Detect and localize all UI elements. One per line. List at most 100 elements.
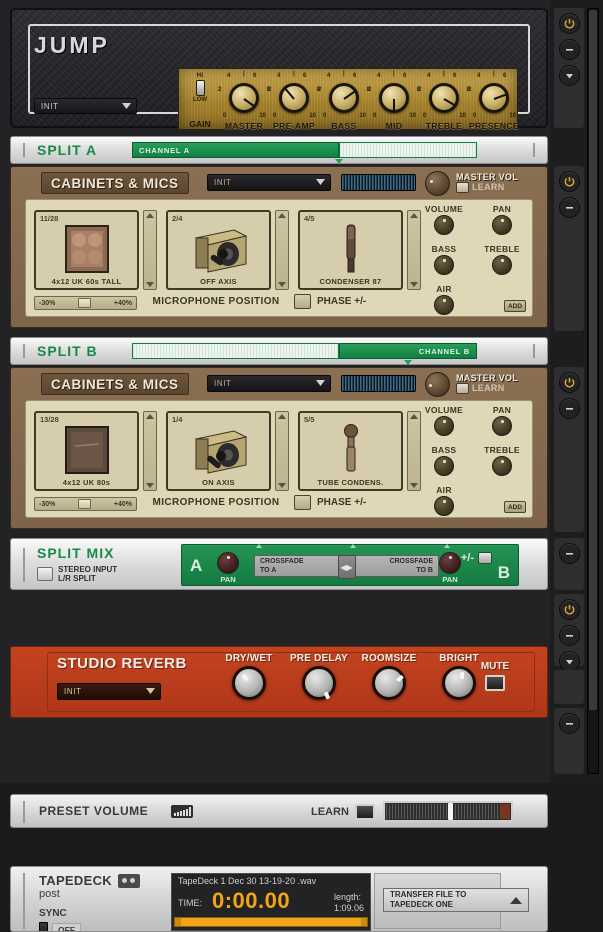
arrow-down-icon[interactable]: [410, 483, 418, 488]
minimize-button[interactable]: [559, 197, 580, 218]
power-button[interactable]: [559, 599, 580, 620]
cab-a-cabinet-slot[interactable]: 11/28 4x12 UK 60s TALL: [34, 210, 139, 290]
cab-b-knob-treble[interactable]: TREBLE: [476, 445, 528, 476]
cab-a-master-vol-group: MASTER VOL LEARN: [425, 170, 525, 196]
arrow-up-icon[interactable]: [278, 414, 286, 419]
arrow-up-icon[interactable]: [410, 414, 418, 419]
progress-start-handle[interactable]: [175, 918, 181, 926]
tapedeck-progress-bar[interactable]: [174, 917, 368, 927]
cab-a-micpos-spinner[interactable]: [275, 210, 289, 290]
power-button[interactable]: [559, 372, 580, 393]
pan-a-knob[interactable]: [217, 552, 239, 574]
amp-knob-pre-amp[interactable]: 4|628010PRE-AMP: [269, 71, 319, 131]
tapedeck-sync-switch[interactable]: [39, 922, 48, 932]
minimize-button[interactable]: [559, 398, 580, 419]
minimize-button[interactable]: [559, 39, 580, 60]
stereo-input-button[interactable]: [37, 567, 53, 581]
cab-b-preset-dropdown[interactable]: INIT: [207, 375, 331, 392]
scrollbar-thumb[interactable]: [589, 10, 597, 710]
reverb-knob-roomsize[interactable]: ROOMSIZE: [356, 653, 422, 700]
cab-a-knob-bass[interactable]: BASS: [418, 244, 470, 275]
cab-b-position-slider[interactable]: -30% +40%: [34, 497, 137, 511]
cab-a-knob-volume[interactable]: VOLUME: [418, 204, 470, 235]
amp-knob-presence[interactable]: 4|628010PRESENCE: [469, 71, 519, 131]
crossfade-slider[interactable]: CROSSFADE TO A CROSSFADE TO B ◀▶: [254, 555, 439, 577]
arrow-down-icon[interactable]: [146, 282, 154, 287]
power-button[interactable]: [559, 13, 580, 34]
gain-switch[interactable]: HI LOW: [187, 73, 213, 103]
arrow-up-icon[interactable]: [146, 414, 154, 419]
pan-b-knob[interactable]: [439, 552, 461, 574]
cab-b-learn-button[interactable]: [456, 383, 469, 394]
collapse-button[interactable]: [559, 651, 580, 672]
cab-a-position-handle[interactable]: [78, 298, 91, 308]
tapedeck-sync-toggle[interactable]: OFF: [39, 922, 81, 932]
amp-knob-bass[interactable]: 4|628010BASS: [319, 71, 369, 131]
cab-b-knob-air[interactable]: AIR: [418, 485, 470, 516]
reverb-knob-dry-wet[interactable]: DRY/WET: [216, 653, 282, 700]
cab-a-mic-slot[interactable]: 4/5 CONDENSER 87: [298, 210, 403, 290]
cab-b-position-handle[interactable]: [78, 499, 91, 509]
crossfade-handle[interactable]: ◀▶: [338, 555, 356, 579]
arrow-down-icon[interactable]: [146, 483, 154, 488]
amp-knob-master[interactable]: 4|628010MASTER: [219, 71, 269, 131]
tapedeck-length-value: 1:09.06: [334, 903, 364, 914]
vertical-scrollbar[interactable]: [587, 8, 599, 774]
preset-volume-slider[interactable]: [383, 801, 513, 822]
reverb-mute-button[interactable]: [485, 675, 505, 691]
arrow-down-icon[interactable]: [410, 282, 418, 287]
cab-a-phase-group[interactable]: PHASE +/-: [294, 294, 366, 309]
cab-b-phase-button[interactable]: [294, 495, 311, 510]
cab-a-knob-pan[interactable]: PAN: [476, 204, 528, 235]
cab-b-master-vol-knob[interactable]: [425, 372, 450, 397]
cab-a-learn-button[interactable]: [456, 182, 469, 193]
progress-end-handle[interactable]: [361, 918, 367, 926]
cab-b-knob-pan[interactable]: PAN: [476, 405, 528, 436]
cab-b-knob-bass[interactable]: BASS: [418, 445, 470, 476]
amp-knob-mid[interactable]: 4|628010MID: [369, 71, 419, 131]
cab-a-preset-dropdown[interactable]: INIT: [207, 174, 331, 191]
arrow-up-icon[interactable]: [278, 213, 286, 218]
cab-b-phase-group[interactable]: PHASE +/-: [294, 495, 366, 510]
cab-b-cabinet-spinner[interactable]: [143, 411, 157, 491]
cab-b-micpos-slot[interactable]: 1/4 ON AXIS: [166, 411, 271, 491]
cab-a-phase-button[interactable]: [294, 294, 311, 309]
reverb-mute-group[interactable]: MUTE: [471, 661, 519, 691]
cab-b-mic-slot[interactable]: 5/5 TUBE CONDENS.: [298, 411, 403, 491]
split-b-channel-slider[interactable]: CHANNEL B: [132, 343, 477, 359]
split-a-channel-slider[interactable]: CHANNEL A: [132, 142, 477, 158]
reverb-knob-pre-delay[interactable]: PRE DELAY: [286, 653, 352, 700]
minimize-button[interactable]: [559, 625, 580, 646]
cab-b-add-button[interactable]: ADD: [504, 501, 526, 513]
minimize-button[interactable]: [559, 543, 580, 564]
preset-volume-handle[interactable]: [448, 803, 453, 820]
cab-b-knob-volume[interactable]: VOLUME: [418, 405, 470, 436]
cab-a-add-button[interactable]: ADD: [504, 300, 526, 312]
pan-a-group[interactable]: PAN: [204, 552, 252, 584]
transfer-file-dropdown[interactable]: TRANSFER FILE TO TAPEDECK ONE: [383, 888, 529, 912]
cab-a-micpos-slot[interactable]: 2/4 OFF AXIS: [166, 210, 271, 290]
cab-b-micpos-spinner[interactable]: [275, 411, 289, 491]
arrow-up-icon[interactable]: [146, 213, 154, 218]
split-mix-polarity-group[interactable]: +/-: [461, 552, 492, 564]
cab-a-position-slider[interactable]: -30% +40%: [34, 296, 137, 310]
minimize-button[interactable]: [559, 713, 580, 734]
amp-knob-treble[interactable]: 4|628010TREBLE: [419, 71, 469, 131]
cab-a-knob-air[interactable]: AIR: [418, 284, 470, 315]
arrow-up-icon[interactable]: [410, 213, 418, 218]
cab-a-master-vol-knob[interactable]: [425, 171, 450, 196]
preset-volume-learn-group[interactable]: LEARN: [311, 804, 375, 820]
arrow-down-icon[interactable]: [278, 483, 286, 488]
power-button[interactable]: [559, 171, 580, 192]
gain-switch-lever[interactable]: [196, 80, 205, 96]
preset-volume-learn-button[interactable]: [355, 804, 375, 820]
reverb-preset-dropdown[interactable]: INIT: [57, 683, 161, 700]
split-mix-polarity-button[interactable]: [478, 552, 492, 564]
collapse-button[interactable]: [559, 65, 580, 86]
stereo-input-toggle[interactable]: STEREO INPUT L/R SPLIT: [37, 565, 117, 583]
cab-b-cabinet-slot[interactable]: 13/28 4x12 UK 80s: [34, 411, 139, 491]
arrow-down-icon[interactable]: [278, 282, 286, 287]
cab-a-cabinet-spinner[interactable]: [143, 210, 157, 290]
cab-a-knob-treble[interactable]: TREBLE: [476, 244, 528, 275]
amp-preset-dropdown[interactable]: INIT: [34, 98, 137, 114]
